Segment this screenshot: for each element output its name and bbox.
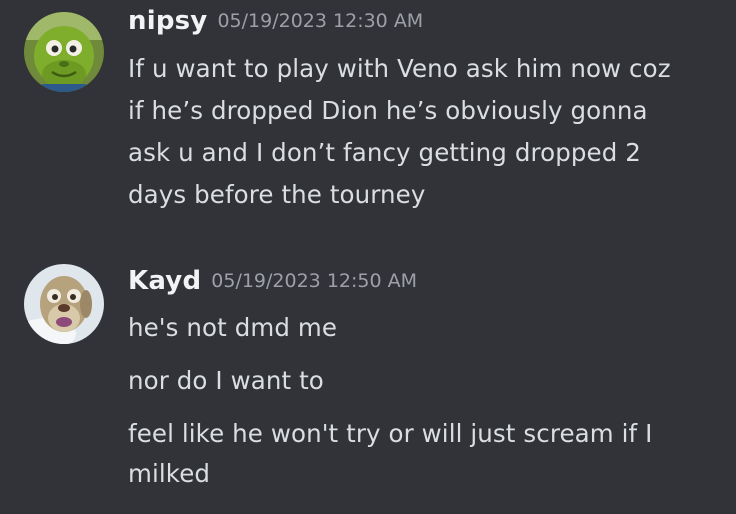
user-avatar-nipsy[interactable] [24, 12, 104, 92]
username[interactable]: Kayd [128, 266, 201, 296]
message-header: nipsy 05/19/2023 12:30 AM [128, 6, 423, 36]
message-text-line: nor do I want to [128, 366, 324, 395]
message-text-line: ask u and I don’t fancy getting dropped … [128, 138, 641, 167]
message-text-line: feel like he won't try or will just scre… [128, 419, 653, 448]
message-text-line: he's not dmd me [128, 313, 337, 342]
message-text-line: if he’s dropped Dion he’s obviously gonn… [128, 96, 648, 125]
sloth-face-avatar-icon [24, 264, 104, 344]
message-text-line: If u want to play with Veno ask him now … [128, 54, 671, 83]
timestamp: 05/19/2023 12:50 AM [211, 270, 417, 292]
message-text-line: days before the tourney [128, 180, 426, 209]
timestamp: 05/19/2023 12:30 AM [217, 10, 424, 32]
green-monster-face-avatar-icon [24, 12, 104, 92]
message-text-line: milked [128, 459, 211, 488]
user-avatar-kayd[interactable] [24, 264, 104, 344]
message-header: Kayd 05/19/2023 12:50 AM [128, 266, 417, 296]
chat-messages: nipsy 05/19/2023 12:30 AM If u want to pl… [0, 0, 736, 514]
username[interactable]: nipsy [128, 6, 207, 36]
